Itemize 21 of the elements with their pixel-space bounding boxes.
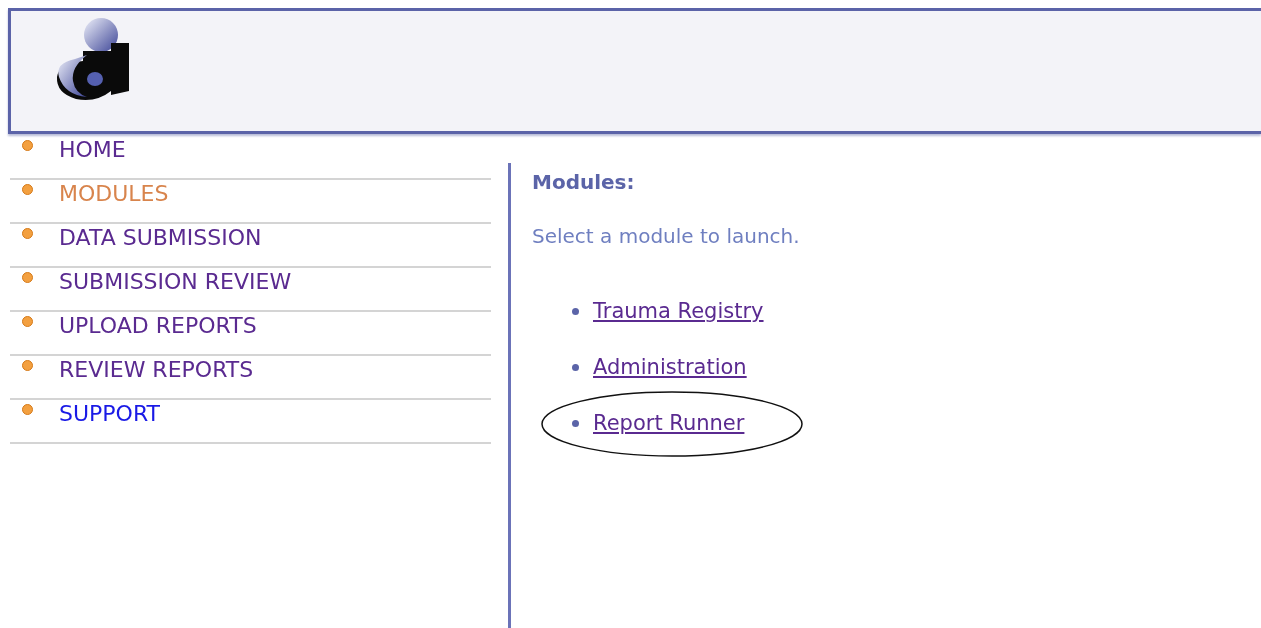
bullet-icon (572, 419, 579, 427)
bullet-icon (22, 228, 33, 239)
module-link[interactable]: Report Runner (593, 410, 745, 436)
module-link[interactable]: Trauma Registry (593, 298, 764, 324)
instruction-text: Select a module to launch. (532, 224, 800, 248)
section-heading: Modules: (532, 170, 636, 194)
bullet-icon (22, 404, 33, 415)
nav-link[interactable]: HOME (59, 136, 126, 164)
nav-link[interactable]: SUBMISSION REVIEW (59, 268, 292, 296)
nav-link[interactable]: REVIEW REPORTS (59, 356, 254, 384)
module-link[interactable]: Administration (593, 354, 747, 380)
nav-link[interactable]: SUPPORT (59, 400, 161, 428)
bullet-icon (22, 316, 33, 327)
nav-link[interactable]: UPLOAD REPORTS (59, 312, 257, 340)
bullet-icon (22, 184, 33, 195)
bullet-icon (22, 140, 33, 151)
bullet-icon (572, 307, 579, 315)
bullet-icon (22, 360, 33, 371)
nav-link[interactable]: DATA SUBMISSION (59, 224, 262, 252)
bullet-icon (572, 363, 579, 371)
bullet-icon (22, 272, 33, 283)
